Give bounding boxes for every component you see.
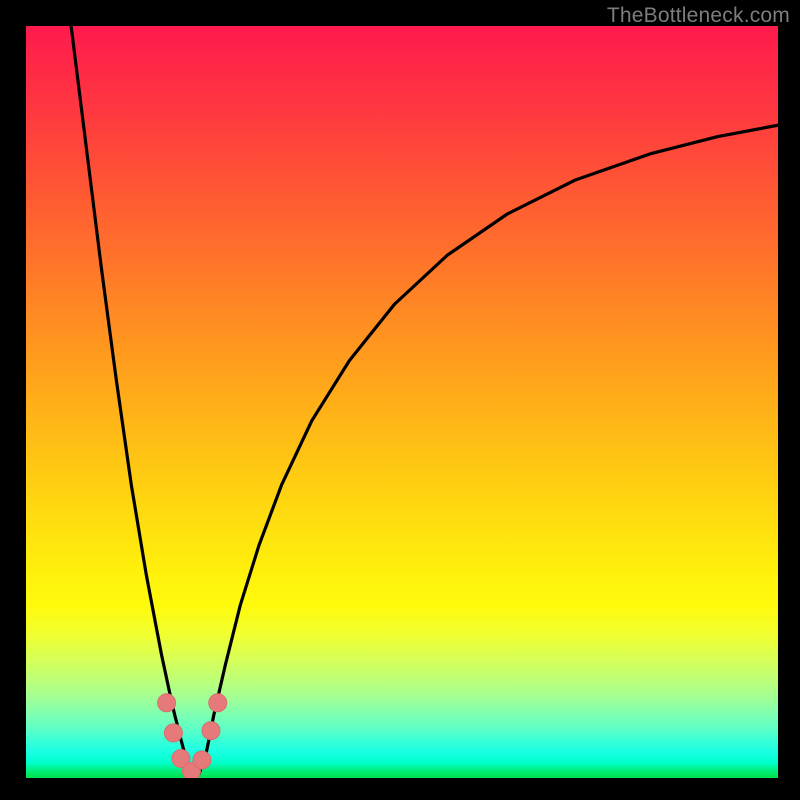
curve-marker bbox=[209, 694, 227, 712]
watermark-text: TheBottleneck.com bbox=[607, 4, 790, 28]
plot-area bbox=[26, 26, 778, 778]
curve-marker bbox=[164, 724, 182, 742]
chart-frame: TheBottleneck.com bbox=[0, 0, 800, 800]
bottleneck-curve-svg bbox=[26, 26, 778, 778]
curve-marker bbox=[158, 694, 176, 712]
curve-right-branch bbox=[199, 125, 778, 774]
curve-markers bbox=[158, 694, 227, 778]
curve-marker bbox=[202, 722, 220, 740]
curve-marker bbox=[193, 751, 211, 769]
curve-left-branch bbox=[71, 26, 191, 774]
